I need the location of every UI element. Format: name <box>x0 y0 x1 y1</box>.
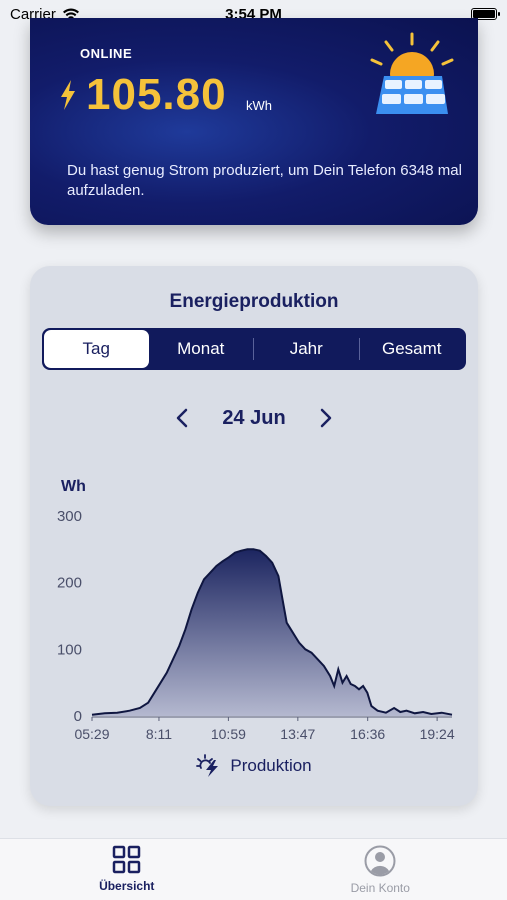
x-tick-label: 8:11 <box>146 726 172 742</box>
chart-legend: Produktion <box>30 754 478 778</box>
date-navigator: 24 Jun <box>30 406 478 430</box>
period-segmented-control: Tag Monat Jahr Gesamt <box>42 328 466 370</box>
tab-gesamt[interactable]: Gesamt <box>360 330 465 368</box>
chevron-left-icon[interactable] <box>172 406 192 430</box>
tab-tag[interactable]: Tag <box>44 330 149 368</box>
card-title: Energieproduktion <box>169 291 339 312</box>
x-tick-label: 16:36 <box>350 726 385 742</box>
tab-dein-konto[interactable]: Dein Konto <box>254 839 507 900</box>
y-tick-label: 100 <box>57 641 82 658</box>
energy-unit: kWh <box>246 98 272 113</box>
tab-tag-label: Tag <box>82 339 110 358</box>
tab-jahr[interactable]: Jahr <box>254 330 359 368</box>
production-card: Energieproduktion Tag Monat Jahr Gesamt … <box>30 266 478 806</box>
online-status: ONLINE <box>80 46 133 61</box>
series-area-produktion <box>92 549 452 716</box>
production-chart: 300 200 100 005:29 8:11 10:59 13:47 16:36 19:24 <box>57 508 455 742</box>
x-tick-label: 10:59 <box>211 726 246 742</box>
energy-summary-card: ONLINE 105.80 kWh Du hast genug Strom pr… <box>30 18 478 225</box>
tab-gesamt-label: Gesamt <box>381 339 442 358</box>
energy-value: 105.80 <box>86 70 227 119</box>
grid-icon <box>112 845 140 874</box>
y-tick-label: 300 <box>57 508 82 525</box>
date-label: 24 Jun <box>222 406 286 429</box>
chevron-right-icon[interactable] <box>316 406 336 430</box>
tab-uebersicht[interactable]: Übersicht <box>0 839 254 900</box>
x-tick-label: 19:24 <box>420 726 455 742</box>
x-tick-label: 13:47 <box>280 726 315 742</box>
tab-monat[interactable]: Monat <box>149 330 254 368</box>
legend-label: Produktion <box>230 756 312 775</box>
y-tick-label: 0 <box>74 708 82 725</box>
tab-monat-label: Monat <box>177 339 225 358</box>
energy-message: Du hast genug Strom produziert, um Dein … <box>67 162 462 199</box>
x-tick-label: 05:29 <box>74 726 109 742</box>
solar-bolt-icon <box>196 754 219 777</box>
bolt-icon <box>61 80 75 110</box>
tab-uebersicht-label: Übersicht <box>99 879 155 893</box>
tab-jahr-label: Jahr <box>289 339 323 358</box>
chart-y-unit: Wh <box>61 478 86 495</box>
tab-dein-konto-label: Dein Konto <box>350 881 410 895</box>
tab-bar: Übersicht Dein Konto <box>0 838 507 900</box>
account-icon <box>364 845 396 877</box>
y-tick-label: 200 <box>57 575 82 592</box>
solar-panel-icon <box>370 32 454 114</box>
